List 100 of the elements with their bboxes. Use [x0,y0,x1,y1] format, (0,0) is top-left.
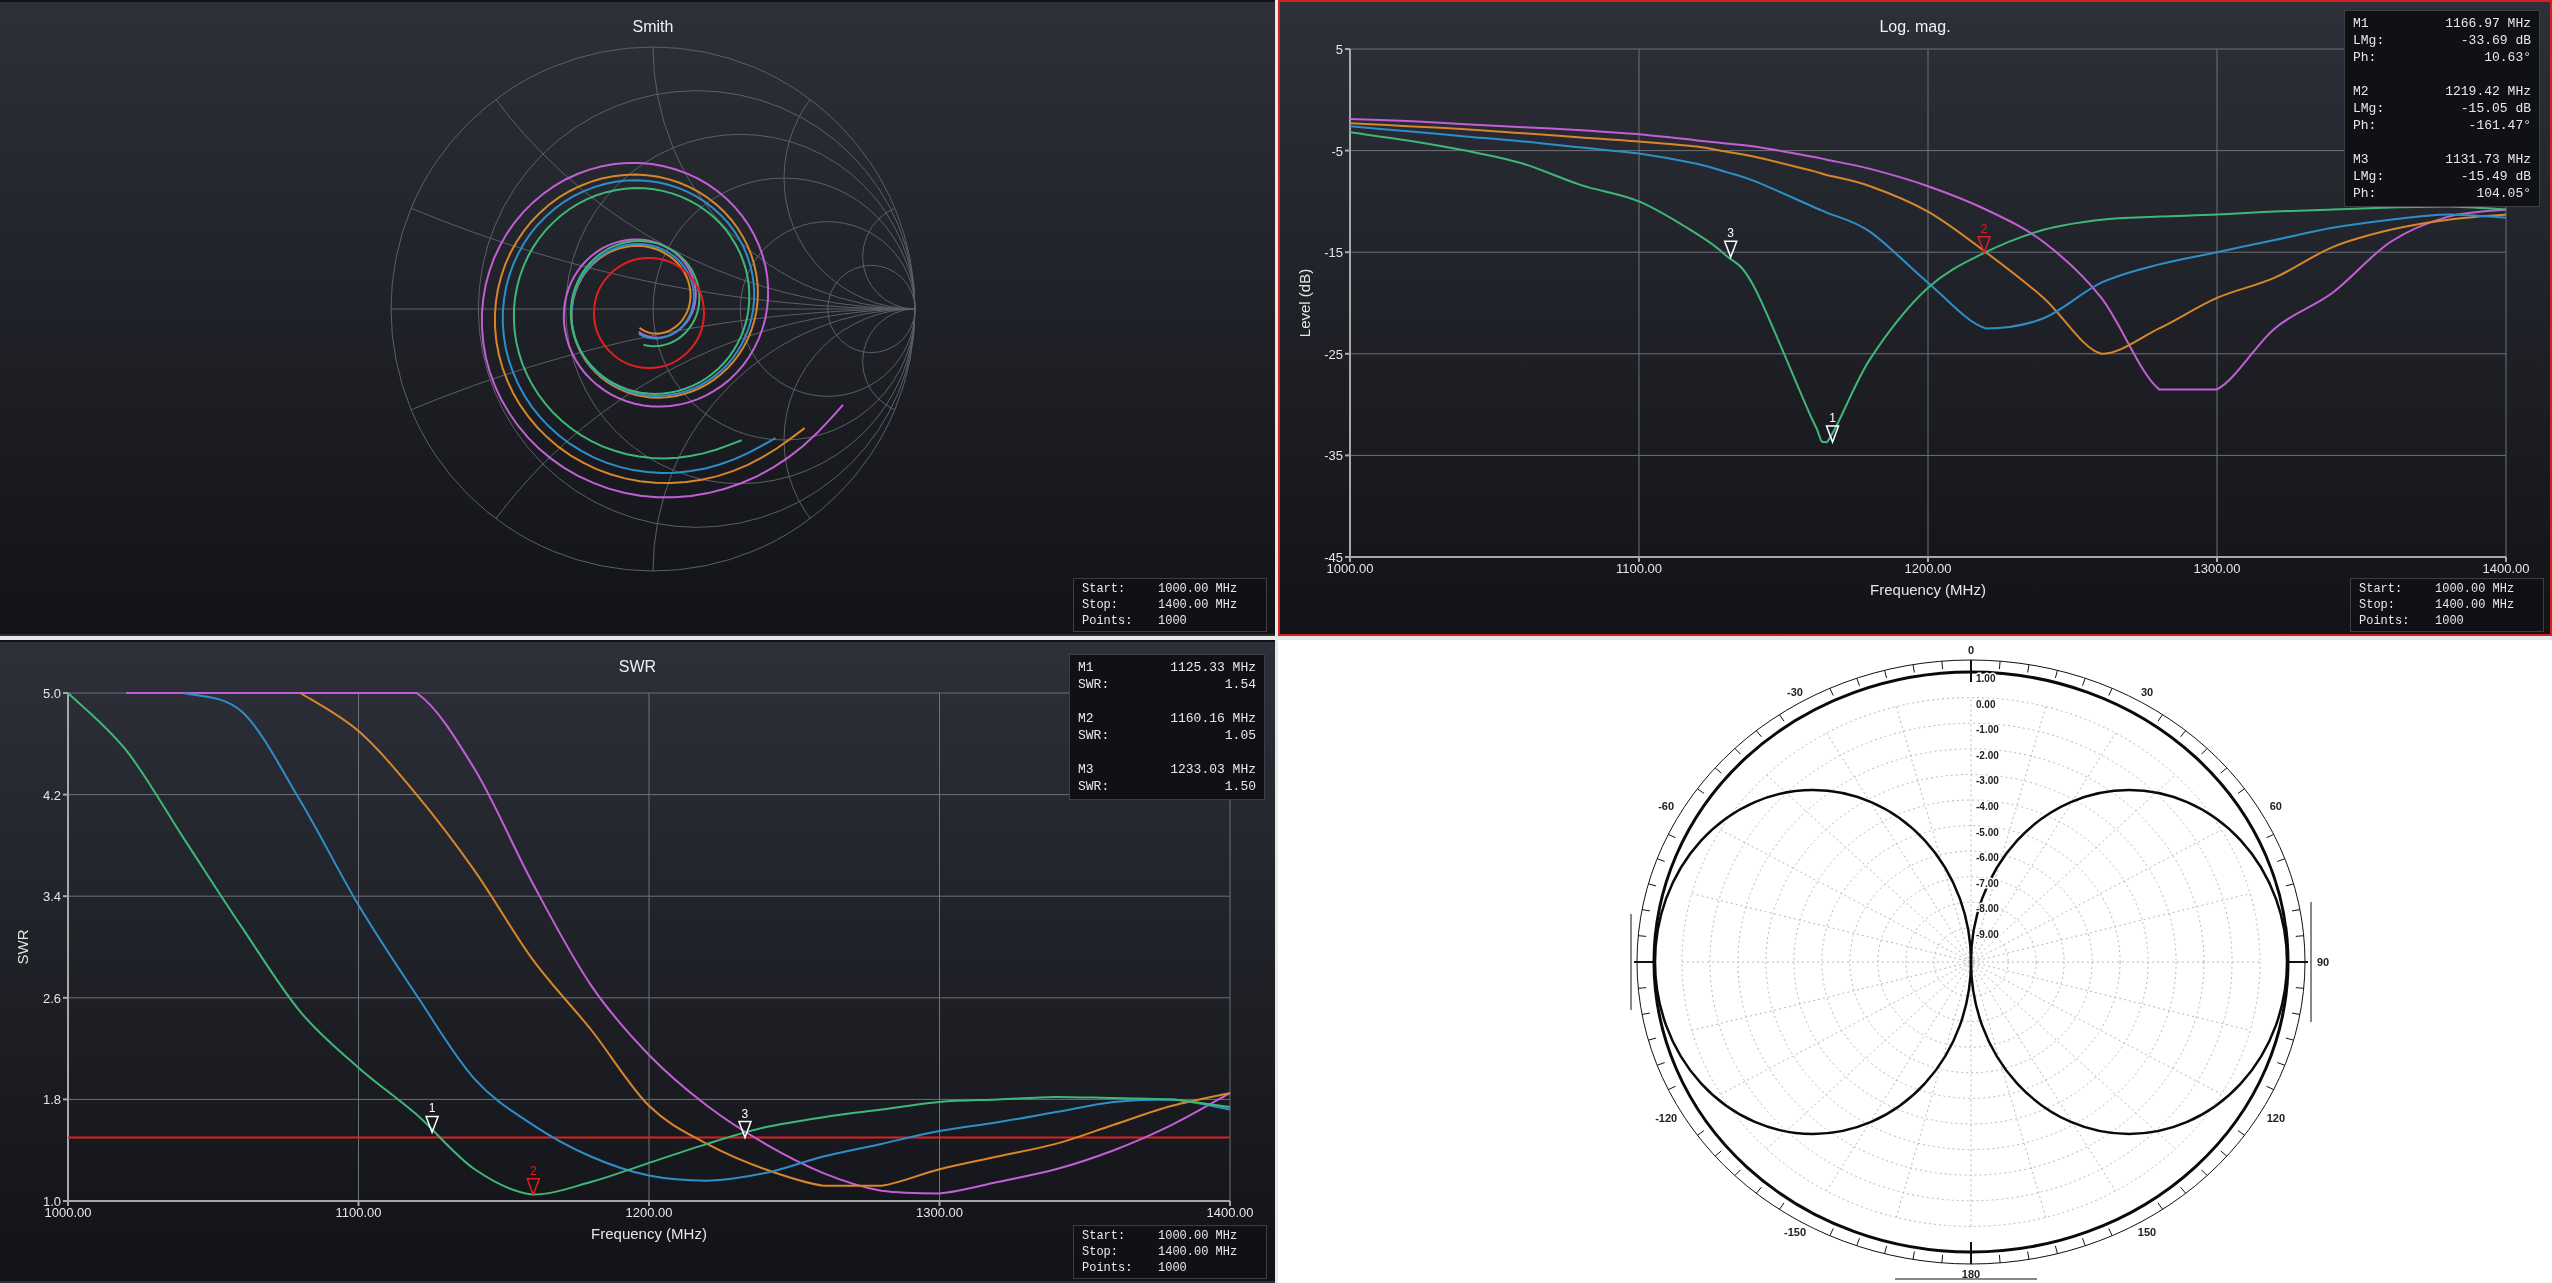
readout-value: -33.69 dB [2460,32,2531,49]
readout-value: 1.50 [1224,778,1256,795]
readout-value: 1125.33 MHz [1170,659,1256,676]
readout-value: 1233.03 MHz [1170,761,1256,778]
readout-label: M2 [2353,83,2369,100]
tick-label: -25 [1324,346,1343,362]
marker-triangle-icon[interactable] [1977,235,1992,255]
readout-label: M1 [2353,15,2369,32]
angle-label: 0 [1967,644,1975,656]
chart-title: Log. mag. [1879,18,1951,35]
readout-value: 1000.00 MHz [1158,1228,1239,1244]
readout-label: Start: [2359,581,2404,597]
axis-title: Frequency (MHz) [1870,581,1986,598]
radial-label: -3.00 [1976,775,1999,787]
readout-value: 1000 [1158,1260,1188,1276]
tick-label: -5 [1331,143,1343,159]
tick-label: 1400.00 [2482,561,2530,576]
tick-label: 1100.00 [335,1205,382,1220]
readout-value: 1131.73 MHz [2445,151,2531,168]
angle-label: 180 [1961,1268,1981,1280]
readout-value: 1400.00 MHz [1158,597,1239,613]
tick-label: 1300.00 [916,1205,963,1220]
readout-label: LMg: [2353,168,2385,185]
tick-label: 5 [1335,42,1343,57]
readout-label: LMg: [2353,32,2385,49]
marker-number: 2 [529,1163,537,1178]
readout-value: -161.47° [2468,117,2531,134]
readout-value: 1400.00 MHz [1158,1244,1239,1260]
tick-label: 1300.00 [2193,561,2241,576]
radial-label: 1.00 [1976,673,1996,684]
readout-value: 1400.00 MHz [2435,597,2516,613]
readout-label: Stop: [2359,597,2396,613]
chart-title: Smith [632,18,674,35]
axis-title: Frequency (MHz) [591,1225,707,1242]
angle-label: 120 [2266,1112,2285,1124]
readout-value: 1000 [1158,613,1188,629]
angle-label: -120 [1655,1112,1678,1124]
marker-number: 3 [1727,226,1735,241]
readout-label: Points: [2359,613,2411,629]
tick-label: 1.8 [42,1092,61,1108]
readout-label: Ph: [2353,117,2377,134]
angle-label: 90 [2316,956,2330,968]
readout-label: Stop: [1082,1244,1119,1260]
radial-label: -6.00 [1976,852,1999,864]
readout-value: 1.54 [1224,676,1256,693]
readout-label: Stop: [1082,597,1119,613]
tick-label: -15 [1324,245,1343,261]
axis-title: SWR [14,929,31,965]
readout-value: 1160.16 MHz [1170,710,1256,727]
radial-label: 0.00 [1976,698,1996,710]
readout-label: Ph: [2353,185,2377,202]
readout-label: SWR: [1078,676,1110,693]
tick-label: 1100.00 [1616,561,1662,576]
tick-label: 2.6 [42,990,61,1006]
radial-label: -1.00 [1976,724,1999,736]
radial-label: -2.00 [1976,749,1999,761]
readout-label: M3 [2353,151,2369,168]
readout-label: Points: [1082,613,1134,629]
readout-label: M1 [1078,659,1094,676]
readout-label: SWR: [1078,778,1110,795]
angle-label: 60 [2269,800,2282,812]
readout-label: SWR: [1078,727,1110,744]
marker-number: 3 [741,1106,749,1121]
tick-label: 1200.00 [625,1205,673,1220]
axis-title: Level (dB) [1296,268,1313,338]
readout-label: LMg: [2353,100,2385,117]
angle-label: -60 [1658,800,1675,812]
angle-label: 30 [2140,685,2154,698]
marker-number: 1 [428,1101,436,1116]
tick-label: 3.4 [42,889,61,905]
radial-label: -4.00 [1976,801,1999,812]
readout-label: Points: [1082,1260,1134,1276]
angle-label: -30 [1787,685,1803,698]
readout-label: Start: [1082,581,1127,597]
tick-label: 1200.00 [1904,561,1952,576]
readout-value: 1.05 [1224,727,1256,744]
tick-label: 5.0 [42,686,61,701]
marker-number: 1 [1829,411,1836,426]
readout-value: 1166.97 MHz [2445,15,2531,32]
readout-value: 10.63° [2484,49,2531,66]
readout-label: M2 [1078,710,1094,727]
radial-label: -9.00 [1976,929,1999,940]
marker-triangle-icon[interactable] [526,1177,541,1197]
readout-value: 104.05° [2476,185,2531,202]
tick-label: -35 [1324,448,1343,464]
readout-label: Start: [1082,1228,1127,1244]
readout-value: -15.49 dB [2460,168,2531,185]
angle-label: -150 [1784,1226,1806,1239]
radial-label: -5.00 [1976,826,1999,838]
readout-value: 1000.00 MHz [2435,581,2516,597]
readout-value: 1000 [2435,613,2465,629]
marker-number: 2 [1980,221,1988,236]
readout-value: -15.05 dB [2460,100,2531,117]
tick-label: 4.2 [42,787,61,803]
tick-label: 1400.00 [1206,1205,1254,1220]
readout-value: 1000.00 MHz [1158,581,1239,597]
angle-label: 150 [2137,1226,2157,1239]
readout-value: 1219.42 MHz [2445,83,2531,100]
readout-label: Ph: [2353,49,2377,66]
chart-title: SWR [618,658,657,675]
